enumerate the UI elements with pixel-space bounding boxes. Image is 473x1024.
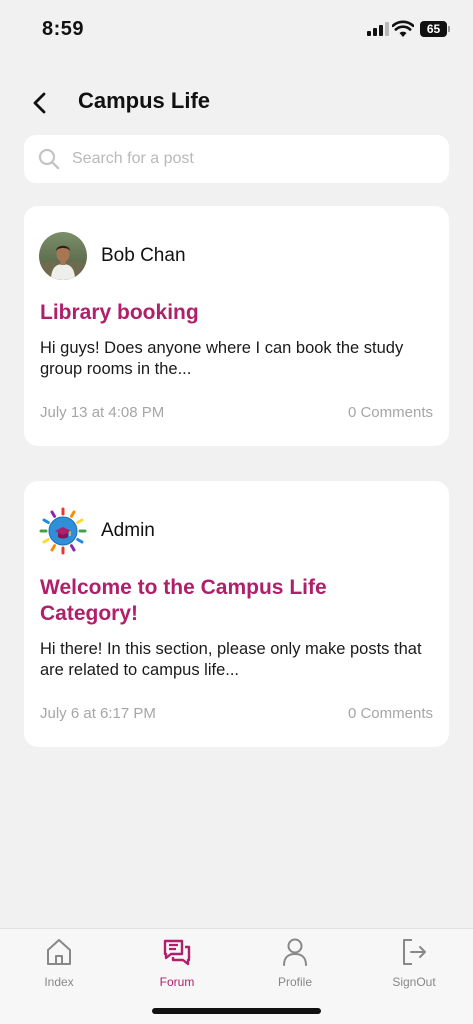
battery-icon: 65 [420,21,450,37]
post-card[interactable]: Bob Chan Library booking Hi guys! Does a… [24,206,449,446]
screen: 8:59 65 Campus Life Search for a post Bo… [0,0,473,1024]
cellular-signal-icon [367,22,389,36]
tab-label: Index [44,975,74,989]
search-icon [38,148,60,170]
tab-profile[interactable]: Profile [236,937,354,997]
tab-forum[interactable]: Forum [118,937,236,997]
tab-label: SignOut [392,975,436,989]
post-excerpt: Hi there! In this section, please only m… [40,640,422,679]
user-photo-avatar[interactable] [39,232,87,280]
wifi-icon [392,20,414,37]
signout-icon [403,939,426,965]
status-time: 8:59 [42,18,85,40]
tab-signout[interactable]: SignOut [355,937,473,997]
search-bar[interactable] [24,135,449,183]
comments-count[interactable]: 0 Comments [348,705,433,722]
post-title[interactable]: Welcome to the Campus Life Category! [40,575,420,627]
back-button[interactable] [26,88,54,118]
post-excerpt: Hi guys! Does anyone where I can book th… [40,339,404,378]
header: Campus Life [0,82,473,124]
post-author: Admin [39,507,155,555]
author-name[interactable]: Admin [101,520,155,542]
comments-count[interactable]: 0 Comments [348,404,433,421]
post-date: July 6 at 6:17 PM [40,705,156,722]
tab-index[interactable]: Index [0,937,118,997]
status-bar: 8:59 65 [0,0,473,60]
tab-label: Profile [277,975,312,989]
post-author: Bob Chan [39,232,186,280]
post-card[interactable]: Admin Welcome to the Campus Life Categor… [24,481,449,747]
post-title[interactable]: Library booking [40,300,420,326]
page-title: Campus Life [78,88,211,113]
graduation-cap-logo-avatar[interactable] [39,507,87,555]
search-input[interactable] [72,150,402,168]
battery-level: 65 [420,21,447,37]
tab-label: Forum [159,975,195,989]
forum-icon [163,939,191,966]
author-name[interactable]: Bob Chan [101,245,186,267]
chevron-left-icon [33,92,46,114]
home-indicator [152,1008,321,1014]
post-date: July 13 at 4:08 PM [40,404,165,421]
person-icon [283,938,307,966]
home-icon [47,939,71,965]
